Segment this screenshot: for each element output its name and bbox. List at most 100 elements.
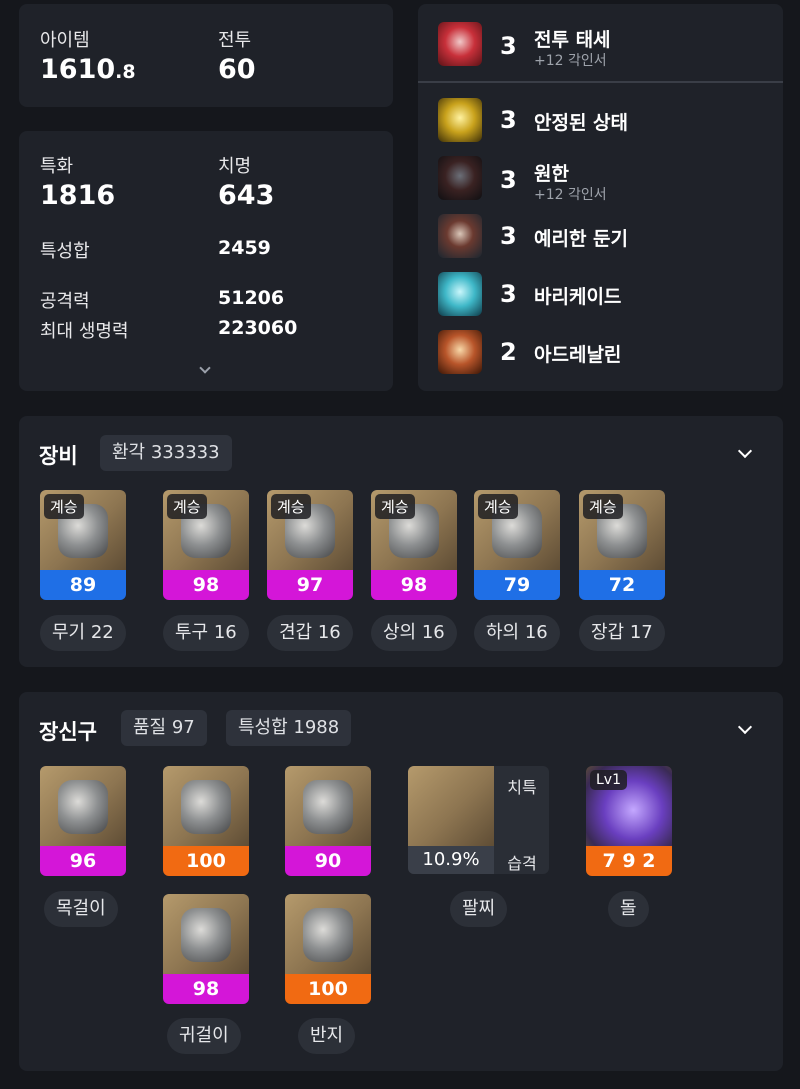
max-hp-value: 223060	[218, 317, 298, 339]
bracelet-stat-2: 습격	[507, 854, 537, 873]
total-stats-value: 2459	[218, 237, 271, 259]
max-hp-label: 최대 생명력	[40, 321, 129, 342]
necklace-item[interactable]: 96	[40, 766, 126, 876]
bracelet-value: 10.9%	[408, 846, 494, 874]
combat-level-label: 전투	[218, 30, 252, 51]
crit-value: 643	[218, 180, 275, 211]
engraving-book-note: +12 각인서	[534, 187, 607, 203]
helmet-label: 투구 16	[163, 615, 249, 651]
engraving-level: 2	[500, 338, 517, 366]
accessories-panel: 장신구 품질 97 특성합 1988 96 100 90 10.9% 치특 습격…	[19, 692, 783, 1071]
succession-badge: 계승	[478, 494, 518, 519]
engraving-level: 3	[500, 166, 517, 194]
helmet-item[interactable]: 계승 98	[163, 490, 249, 600]
earring-icon	[163, 894, 249, 974]
earring-item-2[interactable]: 98	[163, 894, 249, 1004]
stone-label: 돌	[608, 891, 649, 927]
shoulder-label: 견갑 16	[267, 615, 353, 651]
combat-level-value: 60	[218, 54, 256, 85]
barricade-icon	[438, 272, 482, 316]
engraving-row[interactable]: 3 원한 +12 각인서	[438, 156, 783, 206]
ring-label: 반지	[298, 1018, 356, 1054]
bracelet-icon	[408, 766, 494, 846]
engraving-name: 아드레날린	[534, 344, 622, 366]
crit-label: 치명	[218, 156, 252, 177]
equipment-panel: 장비 환각 333333 계승 89 계승 98 계승 97 계승 98 계승 …	[19, 416, 783, 667]
succession-badge: 계승	[44, 494, 84, 519]
engraving-row[interactable]: 3 전투 태세 +12 각인서	[438, 22, 783, 72]
weapon-label: 무기 22	[40, 615, 126, 651]
stats-panel[interactable]: 특화 1816 치명 643 특성합 2459 공격력 51206 최대 생명력…	[19, 131, 393, 391]
necklace-icon	[40, 766, 126, 846]
quality-tag: 품질 97	[121, 710, 207, 746]
item-level-label: 아이템	[40, 30, 90, 51]
chest-label: 상의 16	[371, 615, 457, 651]
succession-badge: 계승	[375, 494, 415, 519]
engraving-row[interactable]: 2 아드레날린	[438, 330, 783, 380]
quality-bar: 96	[40, 846, 126, 876]
quality-bar: 98	[371, 570, 457, 600]
equipment-expand-chevron-icon[interactable]	[737, 443, 753, 459]
grudge-icon	[438, 156, 482, 200]
earring-icon	[163, 766, 249, 846]
quality-bar: 100	[285, 974, 371, 1004]
bracelet-label: 팔찌	[450, 891, 508, 927]
engraving-level: 3	[500, 32, 517, 60]
weapon-item[interactable]: 계승 89	[40, 490, 126, 600]
necklace-label: 목걸이	[44, 891, 118, 927]
gloves-item[interactable]: 계승 72	[579, 490, 665, 600]
engraving-row[interactable]: 3 예리한 둔기	[438, 214, 783, 264]
pants-item[interactable]: 계승 79	[474, 490, 560, 600]
stone-level-badge: Lv1	[590, 770, 627, 790]
quality-bar: 79	[474, 570, 560, 600]
total-stats-tag: 특성합 1988	[226, 710, 352, 746]
stable-state-icon	[438, 98, 482, 142]
expand-stats-chevron-icon[interactable]	[199, 362, 211, 374]
ring-icon	[285, 766, 371, 846]
earring-label: 귀걸이	[167, 1018, 241, 1054]
engraving-book-note: +12 각인서	[534, 53, 607, 69]
stone-engraving-values: 7 9 2	[586, 846, 672, 876]
total-stats-label: 특성합	[40, 241, 90, 262]
item-level-value: 1610.8	[40, 54, 136, 85]
spec-label: 특화	[40, 156, 74, 177]
shoulder-item[interactable]: 계승 97	[267, 490, 353, 600]
engraving-name: 바리케이드	[534, 286, 622, 308]
item-level-panel: 아이템 1610.8 전투 60	[19, 4, 393, 107]
engravings-panel: 3 전투 태세 +12 각인서 3 안정된 상태 3 원한 +12 각인서 3 …	[418, 4, 783, 391]
gloves-label: 장갑 17	[579, 615, 665, 651]
quality-bar: 100	[163, 846, 249, 876]
succession-badge: 계승	[271, 494, 311, 519]
engraving-divider	[418, 81, 783, 83]
ability-stone-item[interactable]: Lv1 7 9 2	[586, 766, 672, 876]
quality-bar: 98	[163, 974, 249, 1004]
quality-bar: 89	[40, 570, 126, 600]
ring-item-2[interactable]: 100	[285, 894, 371, 1004]
elixir-tag: 환각 333333	[100, 435, 232, 471]
engraving-name: 예리한 둔기	[534, 228, 629, 250]
attack-label: 공격력	[40, 291, 90, 312]
pants-label: 하의 16	[474, 615, 560, 651]
engraving-row[interactable]: 3 바리케이드	[438, 272, 783, 322]
quality-bar: 72	[579, 570, 665, 600]
earring-item[interactable]: 100	[163, 766, 249, 876]
bracelet-item[interactable]: 10.9% 치특 습격	[408, 766, 549, 874]
engraving-name: 전투 태세	[534, 29, 611, 51]
engraving-name: 원한	[534, 163, 569, 185]
quality-bar: 98	[163, 570, 249, 600]
keen-blunt-weapon-icon	[438, 214, 482, 258]
chest-item[interactable]: 계승 98	[371, 490, 457, 600]
bracelet-stat-1: 치특	[507, 778, 537, 797]
accessories-expand-chevron-icon[interactable]	[737, 719, 753, 735]
ring-icon	[285, 894, 371, 974]
engraving-level: 3	[500, 222, 517, 250]
engraving-level: 3	[500, 106, 517, 134]
equipment-title: 장비	[39, 444, 78, 468]
engraving-level: 3	[500, 280, 517, 308]
spec-value: 1816	[40, 180, 116, 211]
quality-bar: 90	[285, 846, 371, 876]
adrenaline-icon	[438, 330, 482, 374]
engraving-row[interactable]: 3 안정된 상태	[438, 98, 783, 148]
succession-badge: 계승	[167, 494, 207, 519]
ring-item[interactable]: 90	[285, 766, 371, 876]
